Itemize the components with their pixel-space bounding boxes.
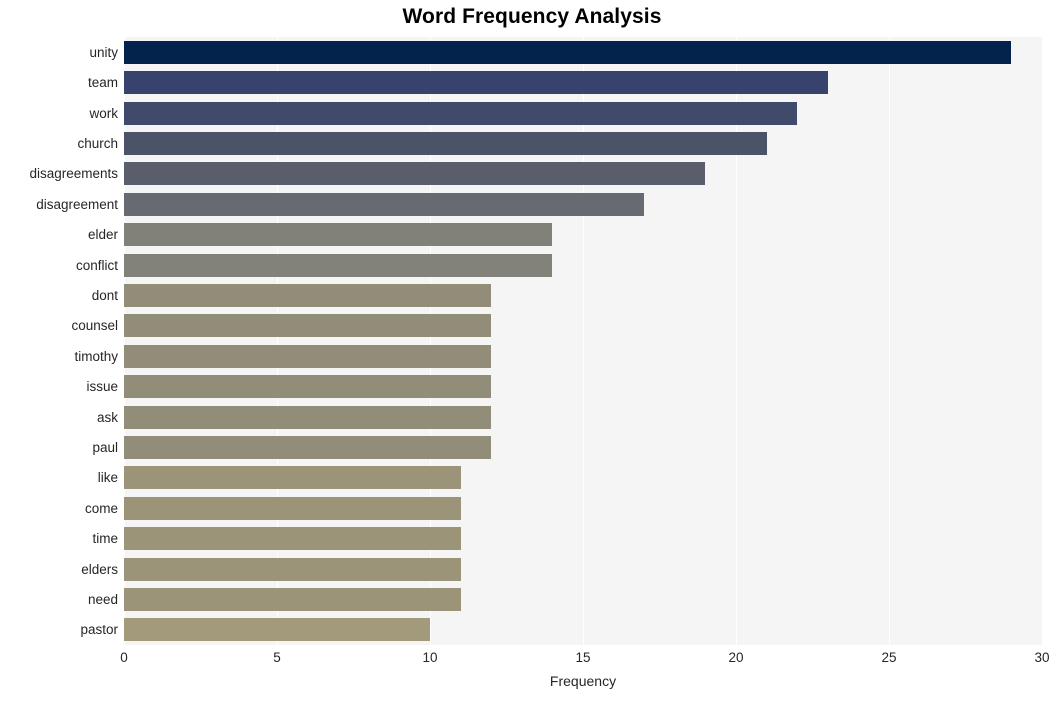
x-axis-tick-0: 0: [120, 650, 128, 665]
y-axis-label-like: like: [97, 470, 118, 486]
y-axis-label-disagreement: disagreement: [36, 196, 118, 212]
x-axis-tick-30: 30: [1034, 650, 1050, 665]
y-axis-label-dont: dont: [91, 287, 118, 303]
y-axis-label-disagreements: disagreements: [29, 166, 118, 182]
bar-disagreement[interactable]: [124, 192, 645, 216]
y-axis-label-timothy: timothy: [74, 348, 118, 364]
y-axis-label-come: come: [84, 500, 118, 516]
bar-team[interactable]: [124, 71, 828, 95]
y-axis-label-counsel: counsel: [71, 318, 118, 334]
bar-unity[interactable]: [124, 40, 1012, 64]
y-axis-label-paul: paul: [92, 439, 118, 455]
y-axis-label-elders: elders: [81, 561, 118, 577]
y-axis-label-need: need: [87, 591, 118, 607]
bar-elders[interactable]: [124, 557, 461, 581]
bar-work[interactable]: [124, 101, 798, 125]
plot-area: [124, 37, 1043, 645]
y-axis-label-pastor: pastor: [80, 622, 118, 638]
bar-church[interactable]: [124, 131, 767, 155]
y-axis-label-conflict: conflict: [75, 257, 118, 273]
x-axis-tick-5: 5: [273, 650, 281, 665]
bar-ask[interactable]: [124, 405, 492, 429]
bar-elder[interactable]: [124, 223, 553, 247]
bar-need[interactable]: [124, 587, 461, 611]
bar-time[interactable]: [124, 527, 461, 551]
y-axis-label-elder: elder: [87, 227, 118, 243]
bar-pastor[interactable]: [124, 618, 430, 642]
bar-counsel[interactable]: [124, 314, 492, 338]
y-axis-tick-labels: unity team work church disagreements disagree…: [0, 37, 118, 645]
x-axis-label: Frequency: [549, 673, 617, 689]
x-axis-tick-20: 20: [728, 650, 744, 665]
bars-layer: [124, 37, 1042, 645]
bar-conflict[interactable]: [124, 253, 553, 277]
y-axis-label-ask: ask: [96, 409, 118, 425]
y-axis-label-work: work: [89, 105, 118, 121]
bar-timothy[interactable]: [124, 344, 492, 368]
bar-paul[interactable]: [124, 435, 492, 459]
y-axis-label-time: time: [92, 531, 118, 547]
x-axis-tick-labels: 0 5 10 15 20 25 30: [0, 648, 1064, 672]
x-axis-tick-15: 15: [575, 650, 591, 665]
x-axis-tick-10: 10: [422, 650, 438, 665]
y-axis-label-church: church: [77, 135, 118, 151]
page-title: Word Frequency Analysis: [402, 5, 662, 28]
x-axis-tick-25: 25: [881, 650, 897, 665]
bar-like[interactable]: [124, 466, 461, 490]
bar-issue[interactable]: [124, 375, 492, 399]
y-axis-label-team: team: [87, 75, 118, 91]
bar-come[interactable]: [124, 496, 461, 520]
bar-disagreements[interactable]: [124, 162, 706, 186]
y-axis-label-unity: unity: [89, 44, 118, 60]
bar-dont[interactable]: [124, 283, 492, 307]
gridline-x-30: [1042, 37, 1043, 645]
chart-figure: Word Frequency Analysis unity team work chu…: [0, 0, 1064, 701]
y-axis-label-issue: issue: [86, 379, 118, 395]
